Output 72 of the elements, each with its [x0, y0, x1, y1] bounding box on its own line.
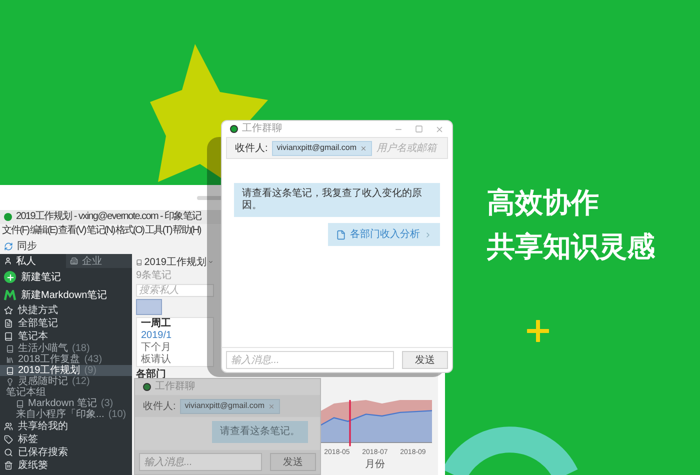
sync-button[interactable]: 同步 — [4, 238, 37, 254]
caret-icon[interactable] — [208, 258, 214, 266]
app-logo-icon — [4, 213, 12, 221]
recipient-label: 收件人: — [235, 142, 268, 156]
send-button[interactable]: 发送 — [402, 351, 448, 369]
close-icon[interactable] — [435, 124, 444, 134]
note-thumbnail — [136, 299, 162, 315]
recipient-chip[interactable]: vivianxpitt@gmail.com — [272, 140, 372, 156]
message-bubble: 请查看这条笔记，我复查了收入变化的原因。 — [234, 183, 440, 217]
sidebar-item[interactable]: 标签 — [0, 433, 132, 446]
remove-icon[interactable] — [360, 144, 368, 152]
menu-item[interactable]: 编辑(E) — [30, 225, 58, 237]
sidebar-item[interactable]: 快捷方式 — [0, 304, 132, 317]
app-logo-icon — [230, 125, 238, 133]
search-icon — [4, 448, 13, 457]
tag-icon — [4, 435, 13, 444]
menu-item[interactable]: 查看(V) — [58, 225, 86, 237]
notebook-icon — [136, 258, 142, 266]
notebook-item[interactable]: 笔记本组 — [0, 387, 132, 398]
window-title: 工作群聊 — [155, 381, 195, 393]
menu-item[interactable]: 格式(O) — [115, 225, 144, 237]
sidebar-item[interactable]: 笔记本 — [0, 330, 132, 343]
chevron-icon — [424, 230, 432, 238]
sidebar-item[interactable]: 全部笔记 — [0, 317, 132, 330]
axis-title: 月份 — [365, 458, 385, 470]
notebook-item[interactable]: Markdown 笔记 (3) — [0, 398, 132, 409]
maximize-icon[interactable] — [415, 125, 423, 133]
sidebar-tab[interactable]: 企业 — [66, 254, 132, 268]
menu-item[interactable]: 笔记(N) — [86, 225, 114, 237]
sidebar-item[interactable]: 废纸篓 — [0, 459, 132, 472]
headline-text: 共享知识灵感 — [487, 230, 655, 264]
app-logo-icon — [143, 383, 151, 391]
person-icon — [4, 257, 12, 265]
new-note-button[interactable]: 新建笔记 — [0, 268, 132, 286]
message-bubble: 请查看这条笔记。 — [212, 421, 308, 443]
plus-icon — [527, 320, 549, 342]
recipient-chip[interactable]: vivianxpitt@gmail.com — [180, 398, 280, 414]
notebook-icon — [6, 366, 14, 374]
sidebar-item[interactable]: 共享给我的 — [0, 420, 132, 433]
sidebar-item[interactable]: 已保存搜索 — [0, 446, 132, 459]
star-icon — [4, 306, 13, 315]
notebook-item[interactable]: 灵感随时记 (12) — [0, 376, 132, 387]
section-heading: 各部门 — [136, 369, 167, 381]
note-text: 一周工 — [141, 318, 172, 330]
note-count: 9条笔记 — [136, 270, 173, 282]
markdown-logo-icon — [4, 290, 16, 300]
stack-icon — [6, 356, 14, 364]
notebook-item[interactable]: 生活小喵气 (18) — [0, 343, 132, 354]
send-button[interactable]: 发送 — [270, 453, 316, 471]
note-icon — [4, 319, 13, 328]
headline-text: 高效协作 — [487, 186, 600, 220]
note-text: 板请认 — [141, 354, 172, 366]
people-icon — [4, 422, 13, 431]
notebook-item[interactable]: 2018工作复盘 (43) — [0, 354, 132, 365]
trash-icon — [4, 461, 13, 470]
note-text: 2019/1 — [141, 330, 173, 342]
note-text: 下个月 — [141, 342, 172, 354]
building-icon — [70, 257, 78, 265]
window-title: 2019工作规划 - vxing@evernote.com - 印象笔记 — [16, 211, 202, 223]
window-title: 工作群聊 — [242, 123, 282, 135]
notebook-icon — [16, 400, 24, 408]
notebook-item[interactable]: 来自小程序「印象... (10) — [0, 409, 132, 420]
lightbulb-icon — [6, 378, 14, 386]
notebook-title[interactable]: 2019工作规划 — [144, 254, 206, 270]
menu-item[interactable]: 帮助(H) — [172, 225, 200, 237]
recipient-label: 收件人: — [143, 400, 176, 414]
menu-item[interactable]: 工具(T) — [144, 225, 172, 237]
remove-icon[interactable] — [268, 402, 276, 410]
new-note-button[interactable]: 新建Markdown笔记 — [0, 286, 132, 304]
note-icon — [336, 230, 346, 240]
sync-icon — [4, 242, 13, 250]
menu-item[interactable]: 文件(F) — [2, 225, 29, 237]
